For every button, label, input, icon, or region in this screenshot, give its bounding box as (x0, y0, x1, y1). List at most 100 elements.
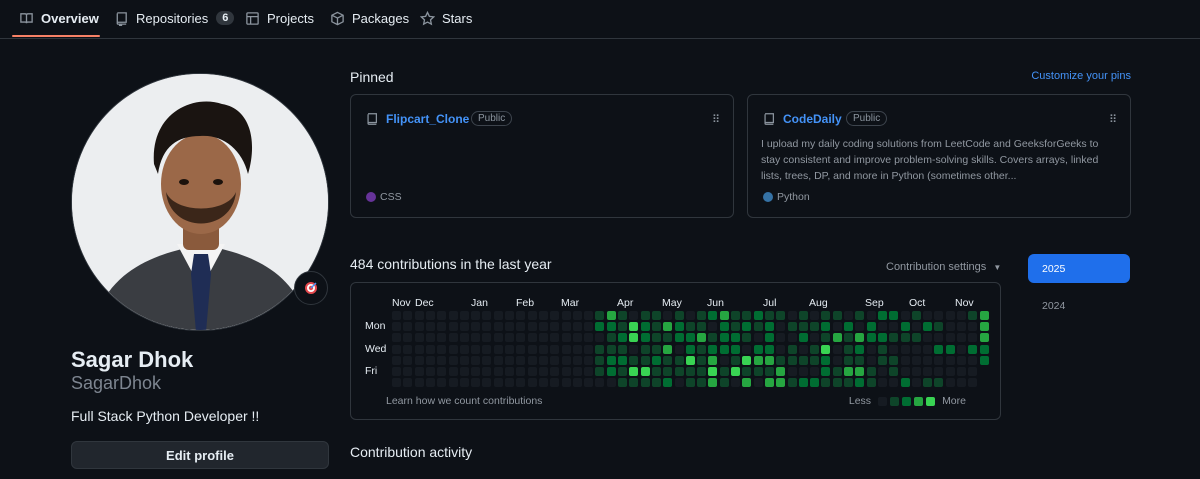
contribution-cell[interactable] (403, 322, 413, 332)
contribution-cell[interactable] (911, 322, 921, 332)
contribution-cell[interactable] (425, 311, 435, 320)
contribution-cell[interactable] (595, 333, 605, 343)
contribution-cell[interactable] (934, 355, 944, 365)
contribution-cell[interactable] (674, 311, 684, 320)
contribution-cell[interactable] (764, 311, 774, 320)
contribution-cell[interactable] (618, 311, 627, 320)
contribution-cell[interactable] (606, 355, 616, 365)
contribution-cell[interactable] (731, 344, 740, 354)
contribution-cell[interactable] (968, 333, 978, 343)
contribution-cell[interactable] (821, 378, 831, 388)
contribution-cell[interactable] (877, 333, 887, 343)
contribution-cell[interactable] (674, 378, 684, 388)
contribution-cell[interactable] (584, 311, 594, 320)
contribution-cell[interactable] (618, 344, 627, 354)
contribution-cell[interactable] (663, 311, 673, 320)
contribution-cell[interactable] (764, 378, 774, 388)
contribution-cell[interactable] (945, 333, 955, 343)
contribution-cell[interactable] (742, 367, 752, 376)
contribution-cell[interactable] (945, 311, 955, 320)
contribution-cell[interactable] (550, 333, 560, 343)
contribution-cell[interactable] (629, 355, 639, 365)
contribution-cell[interactable] (414, 322, 424, 332)
contribution-cell[interactable] (595, 344, 605, 354)
contribution-cell[interactable] (471, 333, 481, 343)
contribution-cell[interactable] (832, 367, 842, 376)
contribution-cell[interactable] (471, 367, 481, 376)
contribution-cell[interactable] (945, 355, 955, 365)
contribution-cell[interactable] (403, 355, 413, 365)
contribution-cell[interactable] (437, 344, 447, 354)
contribution-cell[interactable] (855, 367, 865, 376)
contribution-cell[interactable] (855, 311, 865, 320)
edit-profile-button[interactable]: Edit profile (71, 441, 329, 469)
contribution-cell[interactable] (957, 322, 966, 332)
contribution-cell[interactable] (911, 355, 921, 365)
contribution-cell[interactable] (866, 378, 876, 388)
contribution-cell[interactable] (674, 333, 684, 343)
contribution-cell[interactable] (798, 333, 808, 343)
contribution-cell[interactable] (550, 344, 560, 354)
contribution-cell[interactable] (957, 355, 966, 365)
contribution-cell[interactable] (527, 333, 537, 343)
contribution-cell[interactable] (787, 367, 797, 376)
contribution-cell[interactable] (572, 333, 582, 343)
contribution-cell[interactable] (787, 311, 797, 320)
contribution-cell[interactable] (505, 311, 514, 320)
contribution-cell[interactable] (538, 378, 548, 388)
contribution-cell[interactable] (606, 378, 616, 388)
contribution-cell[interactable] (764, 367, 774, 376)
set-status-button[interactable] (294, 271, 328, 305)
contribution-cell[interactable] (550, 311, 560, 320)
customize-pins-link[interactable]: Customize your pins (1031, 70, 1131, 82)
contribution-cell[interactable] (584, 355, 594, 365)
contribution-cell[interactable] (674, 322, 684, 332)
contribution-cell[interactable] (505, 378, 514, 388)
contribution-cell[interactable] (821, 311, 831, 320)
contribution-cell[interactable] (685, 344, 695, 354)
contribution-cell[interactable] (572, 311, 582, 320)
contribution-cell[interactable] (493, 355, 503, 365)
contribution-cell[interactable] (787, 355, 797, 365)
contribution-cell[interactable] (889, 367, 899, 376)
contribution-settings-dropdown[interactable]: Contribution settings ▼ (886, 261, 1001, 273)
contribution-cell[interactable] (708, 355, 718, 365)
contribution-cell[interactable] (516, 344, 526, 354)
contribution-cell[interactable] (900, 322, 910, 332)
contribution-cell[interactable] (437, 367, 447, 376)
contribution-cell[interactable] (640, 322, 650, 332)
contribution-cell[interactable] (957, 367, 966, 376)
contribution-cell[interactable] (606, 344, 616, 354)
contribution-cell[interactable] (538, 355, 548, 365)
contribution-cell[interactable] (742, 322, 752, 332)
contribution-cell[interactable] (414, 378, 424, 388)
contribution-cell[interactable] (877, 344, 887, 354)
contribution-cell[interactable] (595, 355, 605, 365)
contribution-cell[interactable] (810, 355, 820, 365)
contribution-cell[interactable] (629, 344, 639, 354)
contribution-cell[interactable] (866, 311, 876, 320)
contribution-cell[interactable] (618, 367, 627, 376)
contribution-cell[interactable] (663, 344, 673, 354)
contribution-cell[interactable] (708, 344, 718, 354)
contribution-cell[interactable] (957, 333, 966, 343)
contribution-cell[interactable] (572, 344, 582, 354)
contribution-cell[interactable] (459, 378, 469, 388)
contribution-cell[interactable] (764, 355, 774, 365)
contribution-cell[interactable] (505, 322, 514, 332)
contribution-cell[interactable] (968, 322, 978, 332)
contribution-cell[interactable] (606, 311, 616, 320)
contribution-cell[interactable] (923, 378, 933, 388)
contribution-cell[interactable] (550, 322, 560, 332)
contribution-cell[interactable] (968, 367, 978, 376)
contribution-cell[interactable] (945, 322, 955, 332)
contribution-cell[interactable] (392, 311, 401, 320)
contribution-cell[interactable] (471, 344, 481, 354)
contribution-cell[interactable] (708, 378, 718, 388)
contribution-cell[interactable] (414, 367, 424, 376)
contribution-cell[interactable] (923, 367, 933, 376)
contribution-cell[interactable] (832, 378, 842, 388)
contribution-cell[interactable] (742, 378, 752, 388)
contribution-cell[interactable] (685, 311, 695, 320)
contribution-cell[interactable] (618, 322, 627, 332)
